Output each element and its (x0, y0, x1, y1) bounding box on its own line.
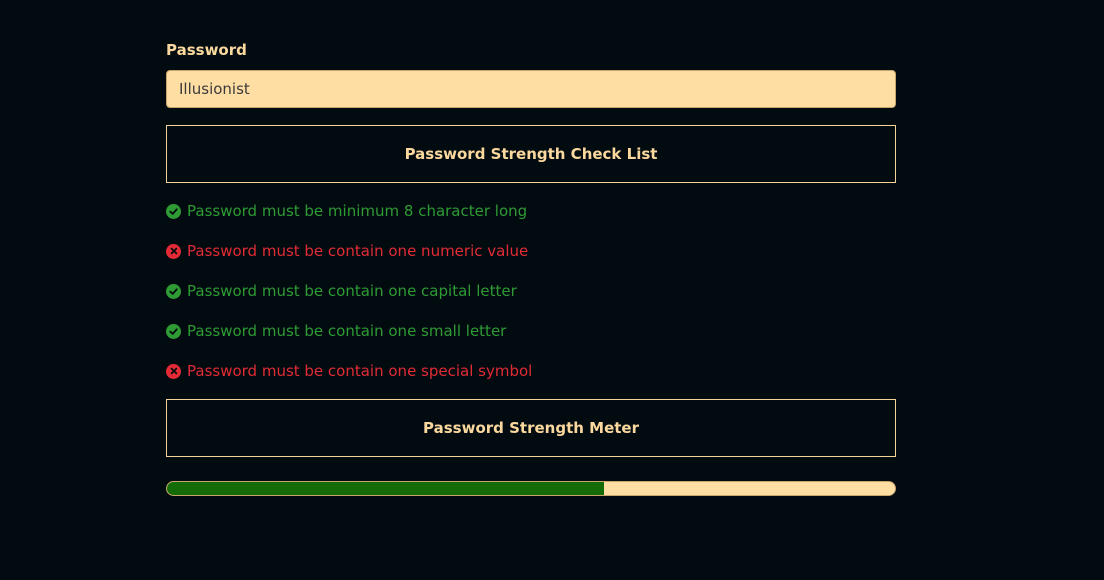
check-circle-icon (166, 283, 181, 299)
checklist-item-label: Password must be contain one numeric val… (187, 242, 529, 260)
checklist-item-label: Password must be contain one special sym… (187, 362, 533, 380)
meter-header: Password Strength Meter (166, 399, 896, 457)
checklist-item-label: Password must be contain one small lette… (187, 322, 507, 340)
checklist-item: Password must be contain one special sym… (166, 351, 896, 391)
checklist-item: Password must be contain one small lette… (166, 311, 896, 351)
check-circle-icon (166, 203, 181, 219)
password-label: Password (166, 41, 247, 59)
strength-meter (166, 481, 896, 496)
checklist-item: Password must be contain one capital let… (166, 271, 896, 311)
strength-meter-fill (167, 482, 604, 495)
password-strength-panel: Password Password Strength Check List Pa… (166, 40, 896, 496)
checklist-title: Password Strength Check List (404, 145, 658, 163)
checklist-item-label: Password must be minimum 8 character lon… (187, 202, 528, 220)
checklist: Password must be minimum 8 character lon… (166, 191, 896, 391)
checklist-header: Password Strength Check List (166, 125, 896, 183)
x-circle-icon (166, 243, 181, 259)
checklist-item-label: Password must be contain one capital let… (187, 282, 517, 300)
checklist-item: Password must be contain one numeric val… (166, 231, 896, 271)
meter-title: Password Strength Meter (423, 419, 639, 437)
checklist-item: Password must be minimum 8 character lon… (166, 191, 896, 231)
check-circle-icon (166, 323, 181, 339)
password-input[interactable] (166, 70, 896, 108)
x-circle-icon (166, 363, 181, 379)
